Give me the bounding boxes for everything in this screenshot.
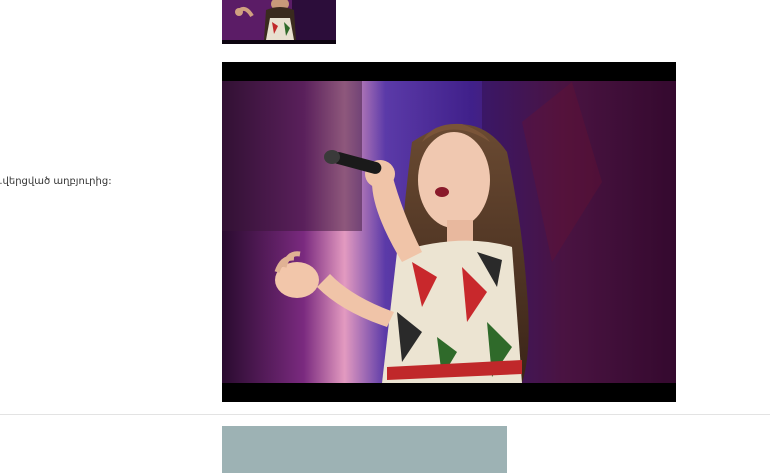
next-media-placeholder[interactable] <box>222 426 507 473</box>
thumbnail-photo-drawing <box>222 0 336 44</box>
singer-performing-photo[interactable] <box>222 62 676 402</box>
singer-thumbnail-image[interactable] <box>222 0 336 44</box>
section-divider <box>0 414 770 415</box>
performance-photo-drawing <box>222 62 676 402</box>
source-caption: ...վերցված աղբյուրից: <box>0 176 112 187</box>
page: ...վերցված աղբյուրից: <box>0 0 770 473</box>
